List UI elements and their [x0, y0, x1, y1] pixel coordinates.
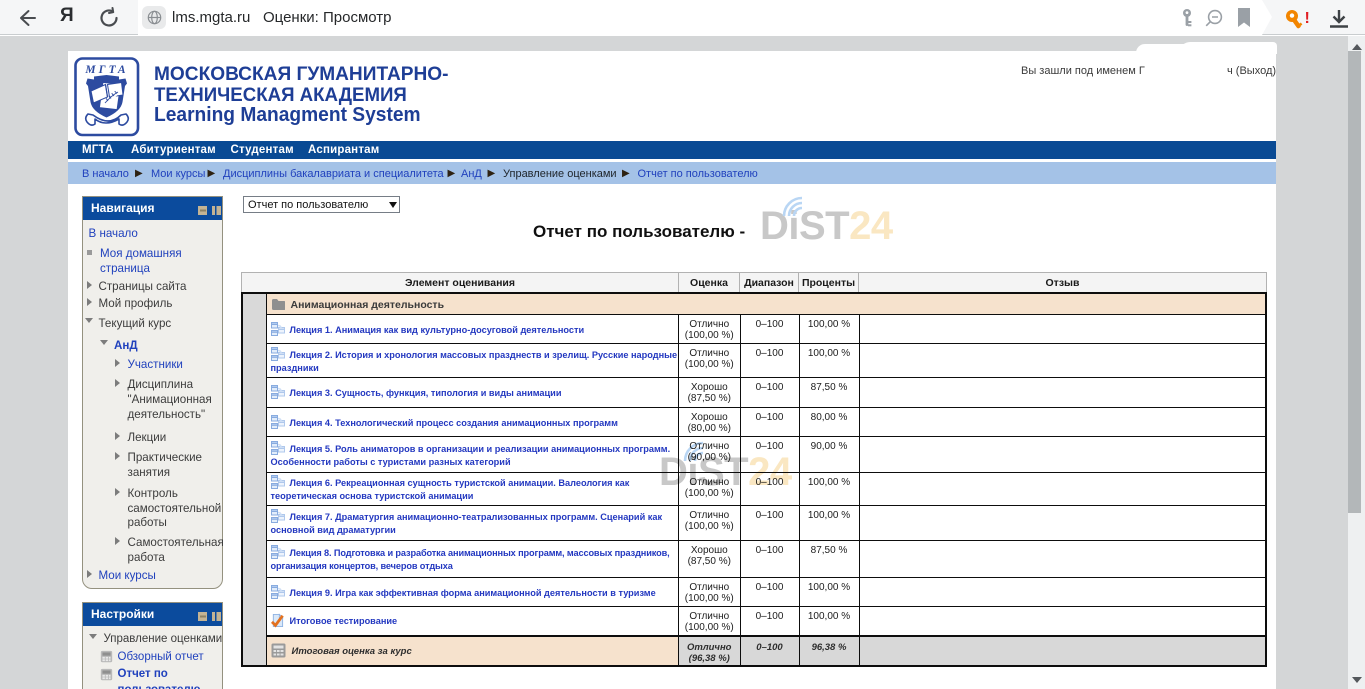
- svg-text:!: !: [1305, 10, 1310, 27]
- svg-text:МГТА: МГТА: [84, 64, 128, 76]
